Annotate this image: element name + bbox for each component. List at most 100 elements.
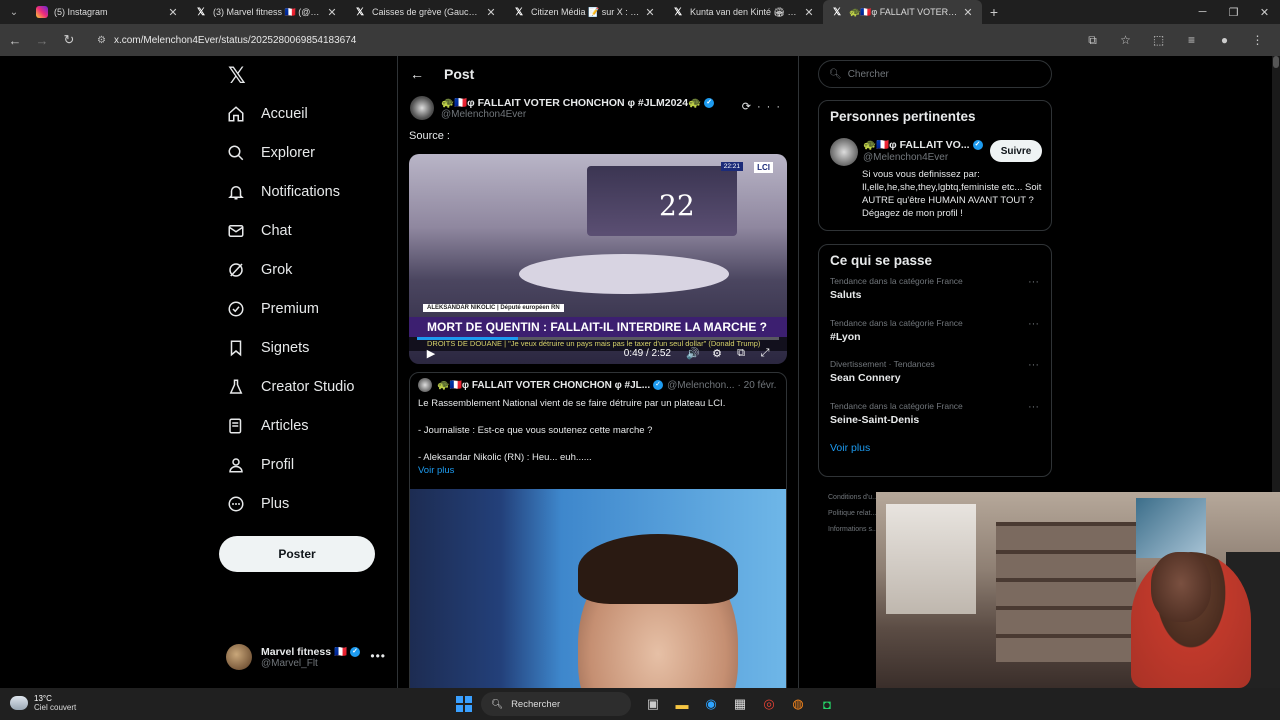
avatar[interactable] xyxy=(830,138,858,166)
footer-link[interactable]: Conditions d'u... xyxy=(828,490,878,506)
video-progress[interactable] xyxy=(417,337,779,340)
maximize-icon[interactable]: ❐ xyxy=(1218,0,1249,24)
video-player[interactable]: 22 22:21 LCI ALEKSANDAR NIKOLIC | Député… xyxy=(409,154,787,364)
browser-tab[interactable]: 𝕏 (3) Marvel fitness 🇫🇷 (@Marvel_ ✕ xyxy=(187,0,346,24)
video-kicker: ALEKSANDAR NIKOLIC | Député européen RN xyxy=(423,304,564,312)
nav-item-articles[interactable]: Articles xyxy=(226,408,309,444)
nav-item-grok[interactable]: Grok xyxy=(226,252,292,288)
browser-tab[interactable]: 𝕏 Citizen Média 📝 sur X : "🇫🇷 🐢 ✕ xyxy=(505,0,664,24)
author-handle[interactable]: @Melenchon4Ever xyxy=(441,109,714,120)
scrollbar-thumb[interactable] xyxy=(1273,56,1279,68)
profile-icon[interactable]: ● xyxy=(1208,33,1241,47)
more-icon[interactable]: ··· xyxy=(1028,276,1039,288)
browser-tab[interactable]: (5) Instagram ✕ xyxy=(28,0,187,24)
footer-link[interactable]: Informations s... xyxy=(828,522,878,538)
nav-label: Accueil xyxy=(261,106,308,122)
more-icon[interactable]: ··· xyxy=(1028,318,1039,330)
bookmark-star-icon[interactable]: ☆ xyxy=(1109,33,1142,47)
more-icon[interactable]: ··· xyxy=(1028,401,1039,413)
show-more-link[interactable]: Voir plus xyxy=(410,465,786,476)
task-view-icon[interactable]: ▣ xyxy=(641,692,665,716)
trend-item[interactable]: Tendance dans la catégorie France #Lyon … xyxy=(819,310,1051,352)
trend-item[interactable]: Divertissement · Tendances Sean Connery … xyxy=(819,351,1051,393)
search-input[interactable]: 🔍︎ Chercher xyxy=(818,60,1052,88)
close-icon[interactable]: ✕ xyxy=(485,6,497,19)
browser-tab[interactable]: 𝕏 Caisses de grève (Gauche Gaza ✕ xyxy=(346,0,505,24)
weather-widget[interactable]: 13°C Ciel couvert xyxy=(10,694,76,712)
nav-item-explore[interactable]: Explorer xyxy=(226,135,315,171)
menu-icon[interactable]: ⋮ xyxy=(1241,33,1274,47)
browser-tab[interactable]: 𝕏 Kunta van den Kinté 🏟 sur X : " ✕ xyxy=(664,0,823,24)
more-icon[interactable]: ··· xyxy=(1028,359,1039,371)
close-icon[interactable]: ✕ xyxy=(326,6,338,19)
taskbar-search[interactable]: 🔍︎ Rechercher xyxy=(481,692,631,716)
file-explorer-icon[interactable]: ▬ xyxy=(670,692,694,716)
windows-start-icon[interactable] xyxy=(452,692,476,716)
x-logo-icon[interactable]: 𝕏 xyxy=(228,64,246,89)
instagram-icon xyxy=(36,6,48,18)
webcam-window xyxy=(886,504,976,614)
grok-icon[interactable]: ⟳ xyxy=(742,101,757,113)
browser-tab-active[interactable]: 𝕏 🐢🇫🇷φ FALLAIT VOTER CHONCHON ✕ xyxy=(823,0,982,24)
account-switcher[interactable]: Marvel fitness 🇫🇷 ✓ @Marvel_Flt ••• xyxy=(226,642,386,672)
nav-item-profile[interactable]: Profil xyxy=(226,447,294,483)
close-icon[interactable]: ✕ xyxy=(803,6,815,19)
footer-link[interactable]: Politique relat... xyxy=(828,506,878,522)
close-icon[interactable]: ✕ xyxy=(644,6,656,19)
media-icon[interactable]: ≡ xyxy=(1175,33,1208,47)
close-icon[interactable]: ✕ xyxy=(962,6,974,19)
more-icon[interactable]: ··· xyxy=(757,101,786,113)
webcam-overlay xyxy=(876,492,1280,688)
nav-item-bookmarks[interactable]: Signets xyxy=(226,330,309,366)
install-app-icon[interactable]: ⧉ xyxy=(1076,33,1109,48)
relevant-user-handle[interactable]: @Melenchon4Ever xyxy=(863,152,948,163)
quoted-tweet[interactable]: 🐢🇫🇷φ FALLAIT VOTER CHONCHON φ #JL... ✓ @… xyxy=(409,372,787,688)
author-name[interactable]: 🐢🇫🇷φ FALLAIT VOTER CHONCHON φ #JLM2024🐢 ✓ xyxy=(441,96,715,109)
forward-icon[interactable]: → xyxy=(30,28,54,52)
nav-item-creator-studio[interactable]: Creator Studio xyxy=(226,369,355,405)
tab-search-icon[interactable]: ⌄ xyxy=(0,0,28,24)
firefox-icon[interactable]: ◍ xyxy=(786,692,810,716)
more-icon[interactable]: ••• xyxy=(370,649,386,663)
store-icon[interactable]: ▦ xyxy=(728,692,752,716)
site-info-icon[interactable]: ⚙ xyxy=(97,35,106,46)
quote-line: - Aleksandar Nikolic (RN) : Heu... euh..… xyxy=(418,452,592,463)
trend-context: Tendance dans la catégorie France xyxy=(830,276,963,286)
post-button[interactable]: Poster xyxy=(219,536,375,572)
avatar[interactable] xyxy=(410,96,434,120)
minimize-icon[interactable]: ─ xyxy=(1187,0,1218,24)
nav-item-notifications[interactable]: Notifications xyxy=(226,174,340,210)
chrome-icon[interactable]: ◎ xyxy=(757,692,781,716)
trend-item[interactable]: Tendance dans la catégorie France Saluts… xyxy=(819,268,1051,310)
nav-item-premium[interactable]: Premium xyxy=(226,291,319,327)
nav-item-more[interactable]: Plus xyxy=(226,486,289,522)
nav-item-home[interactable]: Accueil xyxy=(226,96,308,132)
extensions-icon[interactable]: ⬚ xyxy=(1142,33,1175,47)
close-window-icon[interactable]: ✕ xyxy=(1249,0,1280,24)
whatsapp-icon[interactable]: ◘ xyxy=(815,692,839,716)
x-icon: 𝕏 xyxy=(832,6,842,18)
pip-icon[interactable]: ⧉ xyxy=(729,347,753,360)
trend-title: Sean Connery xyxy=(830,372,901,384)
relevant-user-name[interactable]: 🐢🇫🇷φ FALLAIT VO... ✓ xyxy=(863,138,983,151)
quote-image[interactable] xyxy=(410,489,786,688)
play-icon[interactable]: ▶ xyxy=(419,347,443,360)
trend-item[interactable]: Tendance dans la catégorie France Seine-… xyxy=(819,393,1051,435)
nav-item-chat[interactable]: Chat xyxy=(226,213,292,249)
follow-button[interactable]: Suivre xyxy=(990,140,1042,162)
relevant-people-card: Personnes pertinentes 🐢🇫🇷φ FALLAIT VO...… xyxy=(818,100,1052,231)
url-field[interactable]: ⚙ x.com/Melenchon4Ever/status/2025280069… xyxy=(87,28,1117,52)
back-icon[interactable]: ← xyxy=(3,28,27,52)
volume-icon[interactable]: 🔊 xyxy=(681,347,705,360)
back-arrow-icon[interactable]: ← xyxy=(410,66,424,82)
nav-label: Articles xyxy=(261,418,309,434)
see-more-link[interactable]: Voir plus xyxy=(819,434,1051,462)
close-icon[interactable]: ✕ xyxy=(167,6,179,19)
new-tab-button[interactable]: + xyxy=(982,4,1006,20)
verified-icon: ✓ xyxy=(972,140,983,151)
fullscreen-icon[interactable]: ⤢ xyxy=(753,347,777,360)
quote-author-name: 🐢🇫🇷φ FALLAIT VOTER CHONCHON φ #JL... xyxy=(437,379,651,391)
edge-icon[interactable]: ◉ xyxy=(699,692,723,716)
reload-icon[interactable]: ↻ xyxy=(57,28,81,52)
settings-icon[interactable]: ⚙ xyxy=(705,347,729,360)
